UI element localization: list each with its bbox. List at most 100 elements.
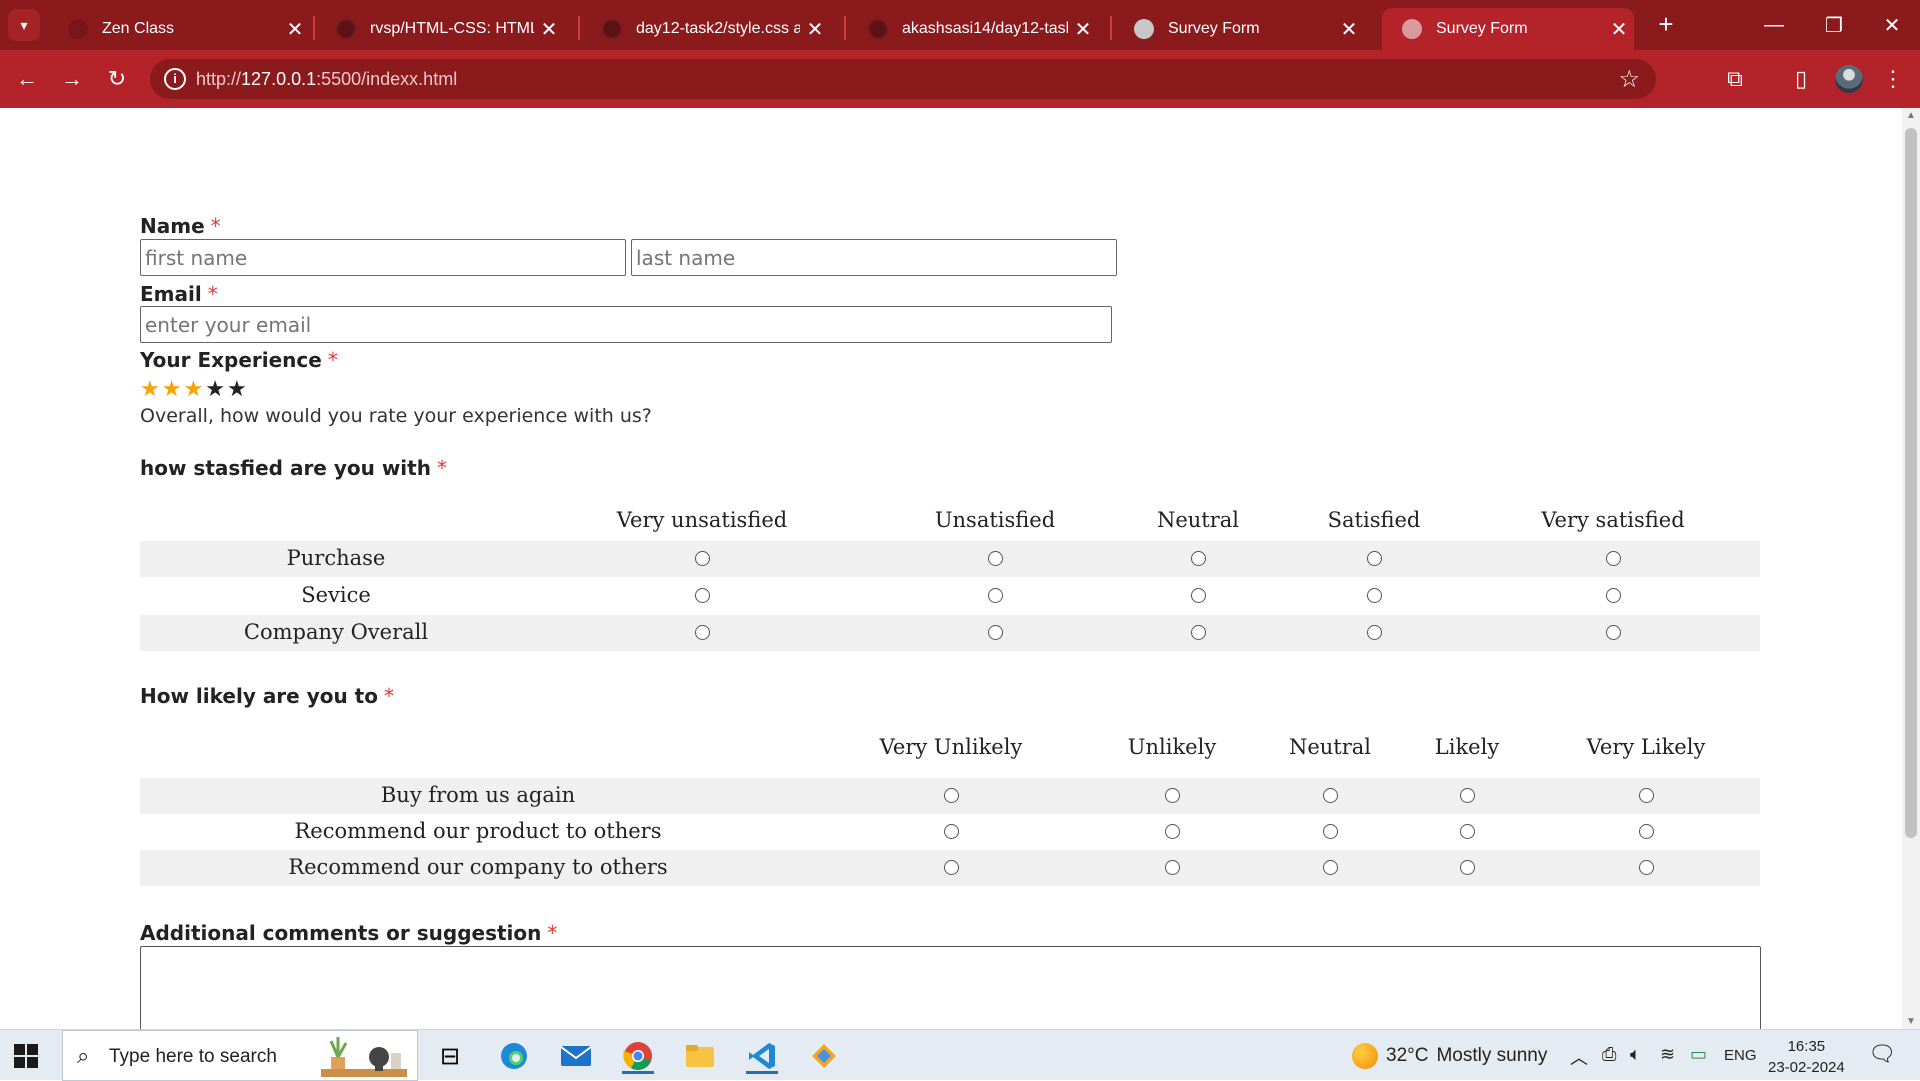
radio-button[interactable] xyxy=(1606,588,1621,603)
task-view-icon[interactable]: ⊟ xyxy=(432,1038,468,1074)
radio-button[interactable] xyxy=(695,625,710,640)
satisfaction-label: how stasfied are you with * xyxy=(140,456,447,480)
radio-button[interactable] xyxy=(944,824,959,839)
comments-textarea[interactable] xyxy=(140,946,1761,1029)
radio-button[interactable] xyxy=(1367,588,1382,603)
language-indicator[interactable]: ENG xyxy=(1724,1047,1757,1064)
forward-icon[interactable]: → xyxy=(55,62,89,96)
close-tab-icon[interactable]: ✕ xyxy=(800,17,830,42)
close-tab-icon[interactable]: ✕ xyxy=(1068,17,1098,42)
weather-widget[interactable]: 32°C Mostly sunny xyxy=(1352,1043,1547,1069)
radio-button[interactable] xyxy=(695,551,710,566)
radio-button[interactable] xyxy=(988,588,1003,603)
github-icon xyxy=(868,19,888,39)
url-text[interactable]: http://127.0.0.1:5500/indexx.html xyxy=(196,69,457,90)
tab-survey-form[interactable]: Survey Form ✕ xyxy=(1114,8,1364,50)
chrome-icon[interactable] xyxy=(620,1038,656,1074)
star-icon[interactable]: ★ xyxy=(227,376,249,401)
meet-now-icon[interactable]: ⎙ xyxy=(1602,1044,1616,1065)
email-input[interactable] xyxy=(140,306,1112,343)
windows-start-icon[interactable] xyxy=(14,1044,38,1068)
radio-button[interactable] xyxy=(944,860,959,875)
side-panel-icon[interactable]: ▯ xyxy=(1786,64,1816,94)
radio-button[interactable] xyxy=(1191,551,1206,566)
radio-button[interactable] xyxy=(1165,860,1180,875)
email-label: Email * xyxy=(140,282,218,306)
grid-row: Sevice xyxy=(140,578,1760,614)
bookmark-star-icon[interactable]: ☆ xyxy=(1618,65,1640,94)
star-icon[interactable]: ★ xyxy=(205,376,227,401)
tab-search-button[interactable]: ▾ xyxy=(8,9,40,41)
close-tab-icon[interactable]: ✕ xyxy=(280,17,310,42)
radio-button[interactable] xyxy=(1165,824,1180,839)
radio-button[interactable] xyxy=(1460,860,1475,875)
radio-button[interactable] xyxy=(988,625,1003,640)
file-explorer-icon[interactable] xyxy=(682,1038,718,1074)
page-scrollbar[interactable]: ▲ ▼ xyxy=(1902,108,1920,1029)
vscode-icon[interactable] xyxy=(744,1038,780,1074)
git-tool-icon[interactable] xyxy=(806,1038,842,1074)
column-header: Likely xyxy=(1434,735,1500,759)
radio-button[interactable] xyxy=(1606,625,1621,640)
radio-button[interactable] xyxy=(1606,551,1621,566)
notifications-icon[interactable]: 🗨︎ xyxy=(1868,1041,1896,1067)
radio-button[interactable] xyxy=(1460,824,1475,839)
extensions-icon[interactable]: ⧉ xyxy=(1720,64,1750,94)
tab-akashsasi14[interactable]: akashsasi14/day12-task2 ✕ xyxy=(848,8,1098,50)
scroll-down-icon[interactable]: ▼ xyxy=(1906,1016,1916,1027)
scrollbar-thumb[interactable] xyxy=(1905,128,1917,838)
windows-taskbar: ⌕ Type here to search ⊟ 32°C Mostly sunn… xyxy=(0,1029,1920,1081)
volume-icon[interactable]: 🔈︎ xyxy=(1630,1044,1641,1065)
star-rating[interactable]: ★★★★★ xyxy=(140,376,249,402)
radio-button[interactable] xyxy=(1323,860,1338,875)
close-tab-icon[interactable]: ✕ xyxy=(534,17,564,42)
required-mark: * xyxy=(210,214,221,238)
scroll-up-icon[interactable]: ▲ xyxy=(1906,110,1916,121)
radio-button[interactable] xyxy=(1323,824,1338,839)
site-info-icon[interactable]: i xyxy=(164,68,186,90)
minimize-icon[interactable]: — xyxy=(1744,0,1804,50)
star-icon[interactable]: ★ xyxy=(183,376,205,401)
taskbar-search[interactable]: ⌕ Type here to search xyxy=(62,1030,418,1081)
radio-button[interactable] xyxy=(1639,860,1654,875)
radio-button[interactable] xyxy=(944,788,959,803)
profile-avatar[interactable] xyxy=(1835,65,1863,93)
radio-button[interactable] xyxy=(1460,788,1475,803)
tab-rvsp-html-css[interactable]: rvsp/HTML-CSS: HTML & CSS ✕ xyxy=(316,8,564,50)
radio-button[interactable] xyxy=(1323,788,1338,803)
radio-button[interactable] xyxy=(1367,551,1382,566)
column-header: Satisfied xyxy=(1327,508,1421,532)
running-indicator xyxy=(622,1071,654,1074)
address-bar[interactable]: i http://127.0.0.1:5500/indexx.html ☆ xyxy=(150,59,1656,99)
close-window-icon[interactable]: ✕ xyxy=(1862,0,1920,50)
system-clock[interactable]: 16:35 23-02-2024 xyxy=(1768,1036,1845,1078)
radio-button[interactable] xyxy=(1191,588,1206,603)
star-icon[interactable]: ★ xyxy=(140,376,162,401)
mail-icon[interactable] xyxy=(558,1038,594,1074)
wifi-icon[interactable]: ≋ xyxy=(1660,1044,1675,1065)
close-tab-icon[interactable]: ✕ xyxy=(1604,17,1634,42)
tab-style-css[interactable]: day12-task2/style.css at main ✕ xyxy=(582,8,830,50)
star-icon[interactable]: ★ xyxy=(162,376,184,401)
restore-icon[interactable]: ❐ xyxy=(1804,0,1864,50)
last-name-input[interactable] xyxy=(631,239,1117,276)
battery-icon[interactable]: ▭ xyxy=(1690,1044,1707,1065)
radio-button[interactable] xyxy=(1191,625,1206,640)
radio-button[interactable] xyxy=(1367,625,1382,640)
new-tab-button[interactable]: + xyxy=(1650,8,1682,40)
menu-kebab-icon[interactable]: ⋮ xyxy=(1878,64,1908,94)
reload-icon[interactable]: ↻ xyxy=(100,62,134,96)
experience-label: Your Experience * xyxy=(140,348,338,372)
edge-icon[interactable] xyxy=(496,1038,532,1074)
tab-zen-class[interactable]: Zen Class ✕ xyxy=(48,8,310,50)
radio-button[interactable] xyxy=(1639,788,1654,803)
radio-button[interactable] xyxy=(1639,824,1654,839)
radio-button[interactable] xyxy=(1165,788,1180,803)
radio-button[interactable] xyxy=(988,551,1003,566)
show-hidden-icons-icon[interactable]: ︿ xyxy=(1570,1044,1588,1070)
radio-button[interactable] xyxy=(695,588,710,603)
tab-survey-form-active[interactable]: Survey Form ✕ xyxy=(1382,8,1634,50)
back-icon[interactable]: ← xyxy=(10,62,44,96)
close-tab-icon[interactable]: ✕ xyxy=(1334,17,1364,42)
first-name-input[interactable] xyxy=(140,239,626,276)
